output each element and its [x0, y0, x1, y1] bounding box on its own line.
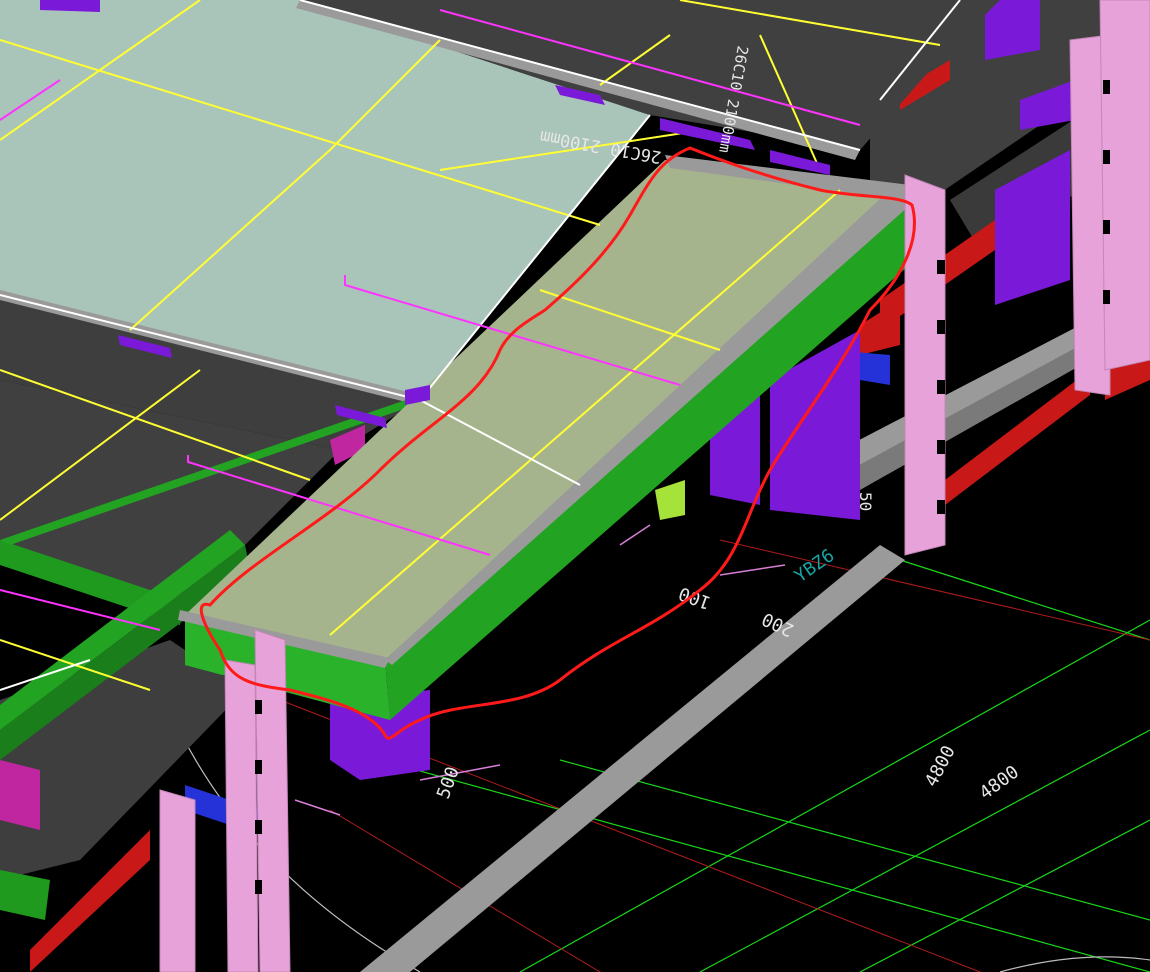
dimension-label-50: 50 — [856, 492, 875, 511]
cad-3d-viewport[interactable]: 26C10 2100mm 26C10 2100mm 100 200 500 50… — [0, 0, 1150, 972]
